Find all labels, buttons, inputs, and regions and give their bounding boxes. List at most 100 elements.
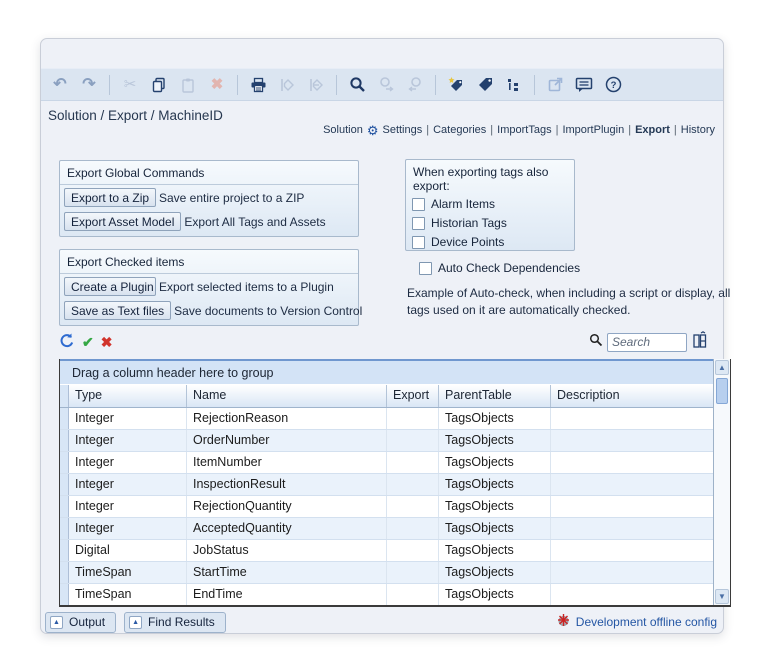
- help-icon[interactable]: ?: [604, 76, 622, 94]
- scrollbar-thumb[interactable]: [716, 378, 728, 404]
- cell-description[interactable]: [551, 408, 713, 429]
- tab-importplugin[interactable]: ImportPlugin: [562, 124, 624, 136]
- column-header-name[interactable]: Name: [187, 385, 387, 407]
- column-header-parenttable[interactable]: ParentTable: [439, 385, 551, 407]
- cell-name[interactable]: StartTime: [187, 562, 387, 583]
- scroll-down-button[interactable]: ▼: [715, 589, 729, 604]
- cell-type[interactable]: Integer: [69, 496, 187, 517]
- historian-tags-checkbox[interactable]: [412, 217, 425, 230]
- tab-categories[interactable]: Categories: [433, 124, 486, 136]
- cell-parent[interactable]: TagsObjects: [439, 562, 551, 583]
- cell-parent[interactable]: TagsObjects: [439, 408, 551, 429]
- table-row[interactable]: TimeSpanStartTime TagsObjects: [60, 562, 713, 584]
- copy-icon[interactable]: [150, 76, 168, 94]
- cell-type[interactable]: Integer: [69, 452, 187, 473]
- table-row[interactable]: IntegerRejectionReason TagsObjects: [60, 408, 713, 430]
- scroll-up-button[interactable]: ▲: [715, 360, 729, 375]
- group-by-band[interactable]: Drag a column header here to group: [60, 359, 713, 385]
- tag-icon[interactable]: [476, 76, 494, 94]
- tree-view-icon[interactable]: [505, 76, 523, 94]
- cell-parent[interactable]: TagsObjects: [439, 496, 551, 517]
- cell-parent[interactable]: TagsObjects: [439, 474, 551, 495]
- column-header-description[interactable]: Description: [551, 385, 713, 407]
- tab-settings[interactable]: Settings: [382, 124, 422, 136]
- cell-type[interactable]: TimeSpan: [69, 562, 187, 583]
- feedback-icon[interactable]: [575, 76, 593, 94]
- cell-description[interactable]: [551, 452, 713, 473]
- tab-export[interactable]: Export: [635, 124, 670, 136]
- cell-description[interactable]: [551, 496, 713, 517]
- paste-icon[interactable]: [179, 76, 197, 94]
- cell-type[interactable]: Integer: [69, 474, 187, 495]
- cell-name[interactable]: ItemNumber: [187, 452, 387, 473]
- cell-name[interactable]: InspectionResult: [187, 474, 387, 495]
- cell-name[interactable]: AcceptedQuantity: [187, 518, 387, 539]
- device-points-checkbox[interactable]: [412, 236, 425, 249]
- cell-description[interactable]: [551, 540, 713, 561]
- search-icon[interactable]: [348, 76, 366, 94]
- cell-export[interactable]: [387, 452, 439, 473]
- output-panel-button[interactable]: ▲ Output: [45, 612, 116, 633]
- cell-type[interactable]: Integer: [69, 408, 187, 429]
- nav-solution-label[interactable]: Solution: [323, 124, 363, 136]
- cell-description[interactable]: [551, 430, 713, 451]
- cell-export[interactable]: [387, 430, 439, 451]
- cell-parent[interactable]: TagsObjects: [439, 452, 551, 473]
- table-row[interactable]: TimeSpanEndTimeTagsObjects: [60, 584, 713, 605]
- cell-name[interactable]: RejectionReason: [187, 408, 387, 429]
- cell-description[interactable]: [551, 518, 713, 539]
- uncheck-all-icon[interactable]: ✖: [101, 334, 113, 351]
- cell-export[interactable]: [387, 496, 439, 517]
- cell-type[interactable]: Integer: [69, 430, 187, 451]
- cell-export[interactable]: [387, 518, 439, 539]
- check-all-icon[interactable]: ✔: [82, 334, 94, 351]
- cell-export[interactable]: [387, 408, 439, 429]
- undo-icon[interactable]: ↶: [51, 76, 69, 94]
- cell-name[interactable]: OrderNumber: [187, 430, 387, 451]
- auto-check-dependencies-checkbox[interactable]: [419, 262, 432, 275]
- export-asset-model-button[interactable]: Export Asset Model: [64, 212, 181, 231]
- column-header-export[interactable]: Export: [387, 385, 439, 407]
- cell-description[interactable]: [551, 562, 713, 583]
- cell-description[interactable]: [551, 474, 713, 495]
- table-row[interactable]: IntegerInspectionResult TagsObjects: [60, 474, 713, 496]
- cell-export[interactable]: [387, 584, 439, 605]
- cell-description[interactable]: [551, 584, 713, 605]
- find-results-panel-button[interactable]: ▲ Find Results: [124, 612, 226, 633]
- refresh-icon[interactable]: [59, 333, 75, 352]
- cell-name[interactable]: RejectionQuantity: [187, 496, 387, 517]
- search-previous-icon[interactable]: [406, 76, 424, 94]
- redo-icon[interactable]: ↷: [80, 76, 98, 94]
- column-header-type[interactable]: Type: [69, 385, 187, 407]
- export-icon[interactable]: [307, 76, 325, 94]
- cell-type[interactable]: Integer: [69, 518, 187, 539]
- export-to-zip-button[interactable]: Export to a Zip: [64, 188, 156, 207]
- import-icon[interactable]: [278, 76, 296, 94]
- search-next-icon[interactable]: [377, 76, 395, 94]
- open-external-icon[interactable]: [546, 76, 564, 94]
- connection-status[interactable]: Development offline config: [556, 613, 717, 631]
- save-text-files-button[interactable]: Save as Text files: [64, 301, 171, 320]
- vertical-scrollbar[interactable]: ▲ ▼: [713, 359, 730, 605]
- cell-type[interactable]: Digital: [69, 540, 187, 561]
- cell-export[interactable]: [387, 540, 439, 561]
- new-tag-icon[interactable]: [447, 76, 465, 94]
- table-row[interactable]: IntegerAcceptedQuantityTagsObjects: [60, 518, 713, 540]
- table-row[interactable]: DigitalJobStatus TagsObjects: [60, 540, 713, 562]
- delete-icon[interactable]: ✖: [208, 76, 226, 94]
- column-chooser-icon[interactable]: [691, 331, 709, 354]
- tab-importtags[interactable]: ImportTags: [497, 124, 551, 136]
- cell-type[interactable]: TimeSpan: [69, 584, 187, 605]
- print-icon[interactable]: [249, 76, 267, 94]
- cell-name[interactable]: JobStatus: [187, 540, 387, 561]
- cell-parent[interactable]: TagsObjects: [439, 584, 551, 605]
- create-plugin-button[interactable]: Create a Plugin: [64, 277, 156, 296]
- tab-history[interactable]: History: [681, 124, 715, 136]
- cell-export[interactable]: [387, 562, 439, 583]
- table-row[interactable]: IntegerItemNumber TagsObjects: [60, 452, 713, 474]
- cell-parent[interactable]: TagsObjects: [439, 540, 551, 561]
- cell-parent[interactable]: TagsObjects: [439, 430, 551, 451]
- search-input[interactable]: [607, 333, 687, 352]
- cell-export[interactable]: [387, 474, 439, 495]
- alarm-items-checkbox[interactable]: [412, 198, 425, 211]
